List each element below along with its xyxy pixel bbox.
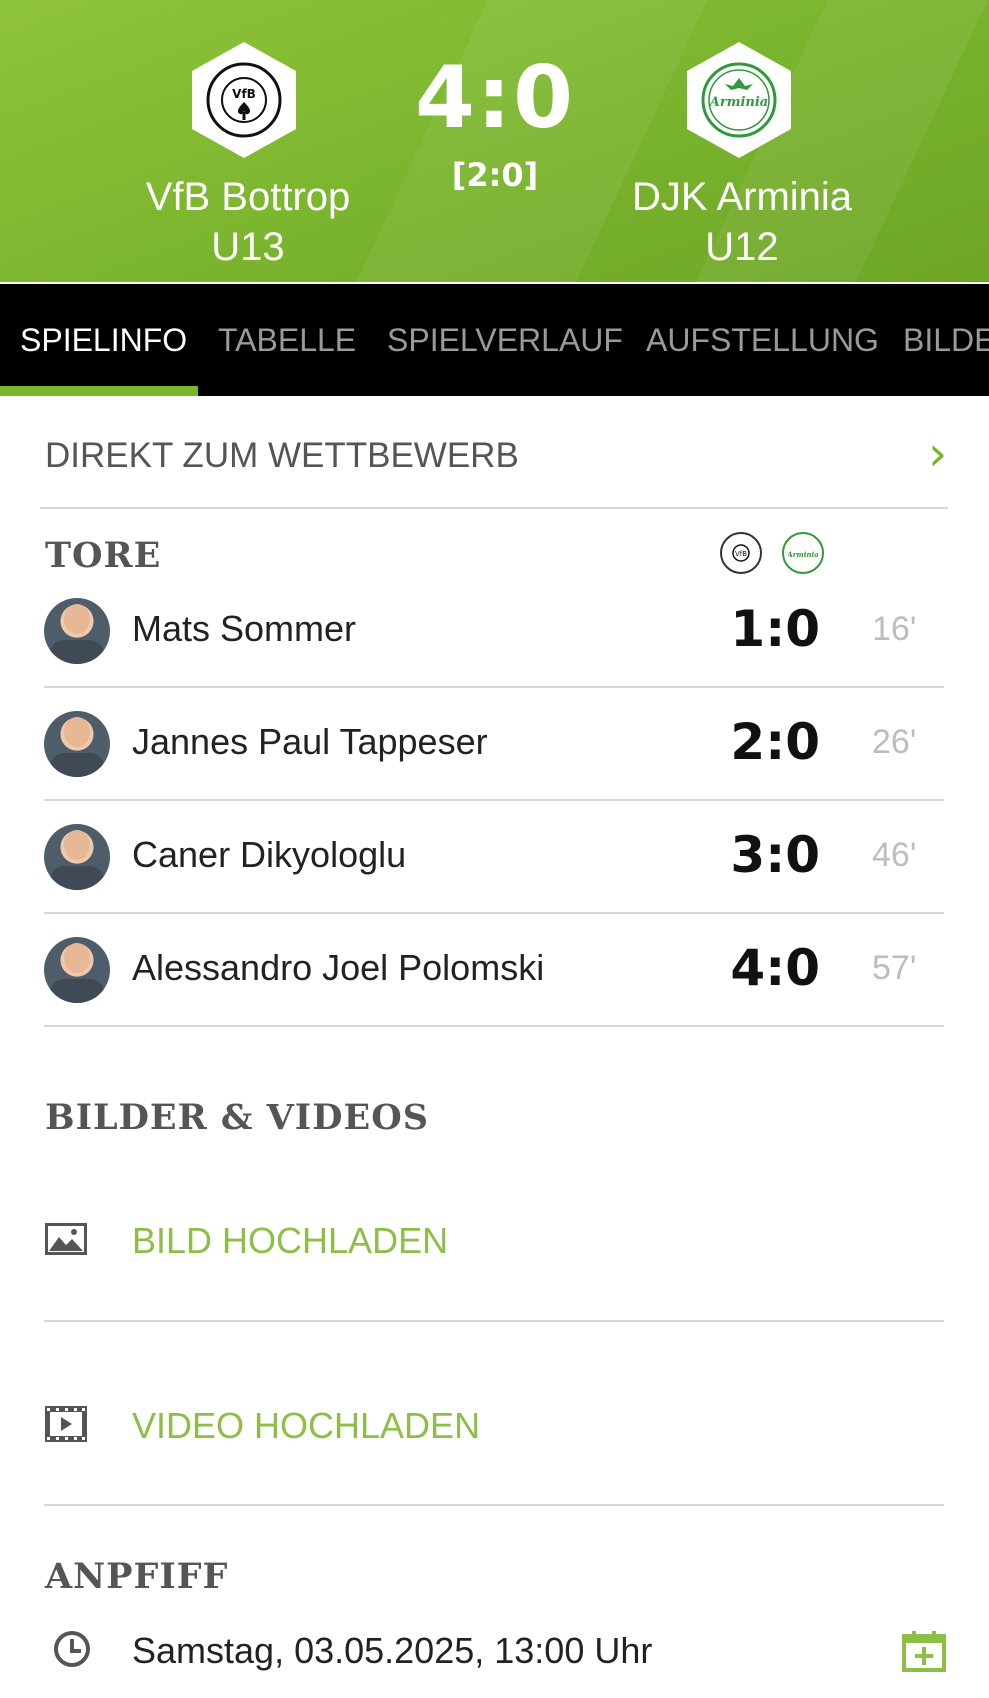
halftime-score: [2:0] [451, 156, 539, 194]
divider [44, 799, 944, 801]
goal-scorer-name: Caner Dikyologlu [132, 834, 407, 875]
media-section-title: BILDER & VIDEOS [45, 1097, 429, 1138]
divider [40, 507, 948, 509]
divider [44, 1504, 944, 1506]
goal-score: 1:0 [730, 600, 820, 658]
goal-row[interactable]: Jannes Paul Tappeser 2:0 26' [0, 689, 989, 801]
goal-scorer-name: Jannes Paul Tappeser [132, 721, 488, 762]
goals-section-title: TORE [45, 535, 162, 576]
home-team-name-line2: U13 [211, 225, 285, 269]
divider [44, 1025, 944, 1027]
competition-link[interactable]: DIREKT ZUM WETTBEWERB › [0, 398, 989, 508]
home-mini-logo-icon: VfB [720, 532, 762, 574]
player-avatar [44, 711, 110, 777]
player-avatar [44, 598, 110, 664]
tab-aufstellung[interactable]: AUFSTELLUNG [646, 322, 879, 359]
goal-row[interactable]: Mats Sommer 1:0 16' [0, 576, 989, 688]
home-team-logo[interactable]: VfB [192, 42, 296, 158]
add-to-calendar-icon[interactable] [902, 1630, 946, 1672]
upload-video-label: VIDEO HOCHLADEN [132, 1405, 481, 1446]
goal-row[interactable]: Alessandro Joel Polomski 4:0 57' [0, 915, 989, 1027]
upload-image-label: BILD HOCHLADEN [132, 1220, 449, 1261]
goal-scorer-name: Alessandro Joel Polomski [132, 947, 545, 988]
away-team-name-line2: U12 [705, 225, 779, 269]
final-score: 4:0 [414, 48, 576, 148]
clock-icon [54, 1631, 90, 1667]
goal-score: 3:0 [730, 826, 820, 884]
player-avatar [44, 937, 110, 1003]
goal-score: 4:0 [730, 939, 820, 997]
tab-spielverlauf[interactable]: SPIELVERLAUF [387, 322, 623, 359]
vfb-bottrop-crest-icon: VfB [206, 62, 282, 138]
svg-text:Arminia: Arminia [708, 95, 768, 110]
kickoff-datetime: Samstag, 03.05.2025, 13:00 Uhr [132, 1630, 653, 1671]
divider [44, 686, 944, 688]
goal-minute: 46' [872, 836, 917, 874]
match-header: VfB Arminia VfB Bottrop U13 DJK Arminia … [0, 0, 989, 282]
goal-minute: 57' [872, 949, 917, 987]
player-avatar [44, 824, 110, 890]
upload-video-button[interactable]: VIDEO HOCHLADEN [0, 1365, 989, 1485]
svg-text:Arminia: Arminia [788, 550, 818, 559]
home-team-name[interactable]: VfB Bottrop U13 [108, 172, 388, 272]
goal-score: 2:0 [730, 713, 820, 771]
svg-text:VfB: VfB [735, 550, 747, 558]
goal-minute: 16' [872, 610, 917, 648]
tab-spielinfo[interactable]: SPIELINFO [20, 322, 187, 359]
divider [44, 912, 944, 914]
goal-scorer-name: Mats Sommer [132, 608, 357, 649]
away-team-name-line1: DJK Arminia [631, 175, 853, 219]
goal-minute: 26' [872, 723, 917, 761]
chevron-right-icon: › [928, 426, 948, 482]
divider [44, 1320, 944, 1322]
image-icon [45, 1223, 87, 1255]
upload-image-button[interactable]: BILD HOCHLADEN [0, 1180, 989, 1300]
away-team-name[interactable]: DJK Arminia U12 [602, 172, 882, 272]
match-tab-bar: SPIELINFO TABELLE SPIELVERLAUF AUFSTELLU… [0, 284, 989, 396]
competition-link-label: DIREKT ZUM WETTBEWERB [45, 436, 519, 475]
active-tab-indicator [0, 386, 198, 396]
away-mini-logo-icon: Arminia [782, 532, 824, 574]
svg-text:VfB: VfB [232, 87, 256, 101]
home-team-name-line1: VfB Bottrop [145, 175, 351, 219]
djk-arminia-crest-icon: Arminia [701, 62, 777, 138]
tab-tabelle[interactable]: TABELLE [218, 322, 356, 359]
goal-row[interactable]: Caner Dikyologlu 3:0 46' [0, 802, 989, 914]
video-icon [45, 1406, 87, 1442]
tab-bilder[interactable]: BILDE [903, 322, 989, 359]
kickoff-section-title: ANPFIFF [45, 1556, 229, 1597]
